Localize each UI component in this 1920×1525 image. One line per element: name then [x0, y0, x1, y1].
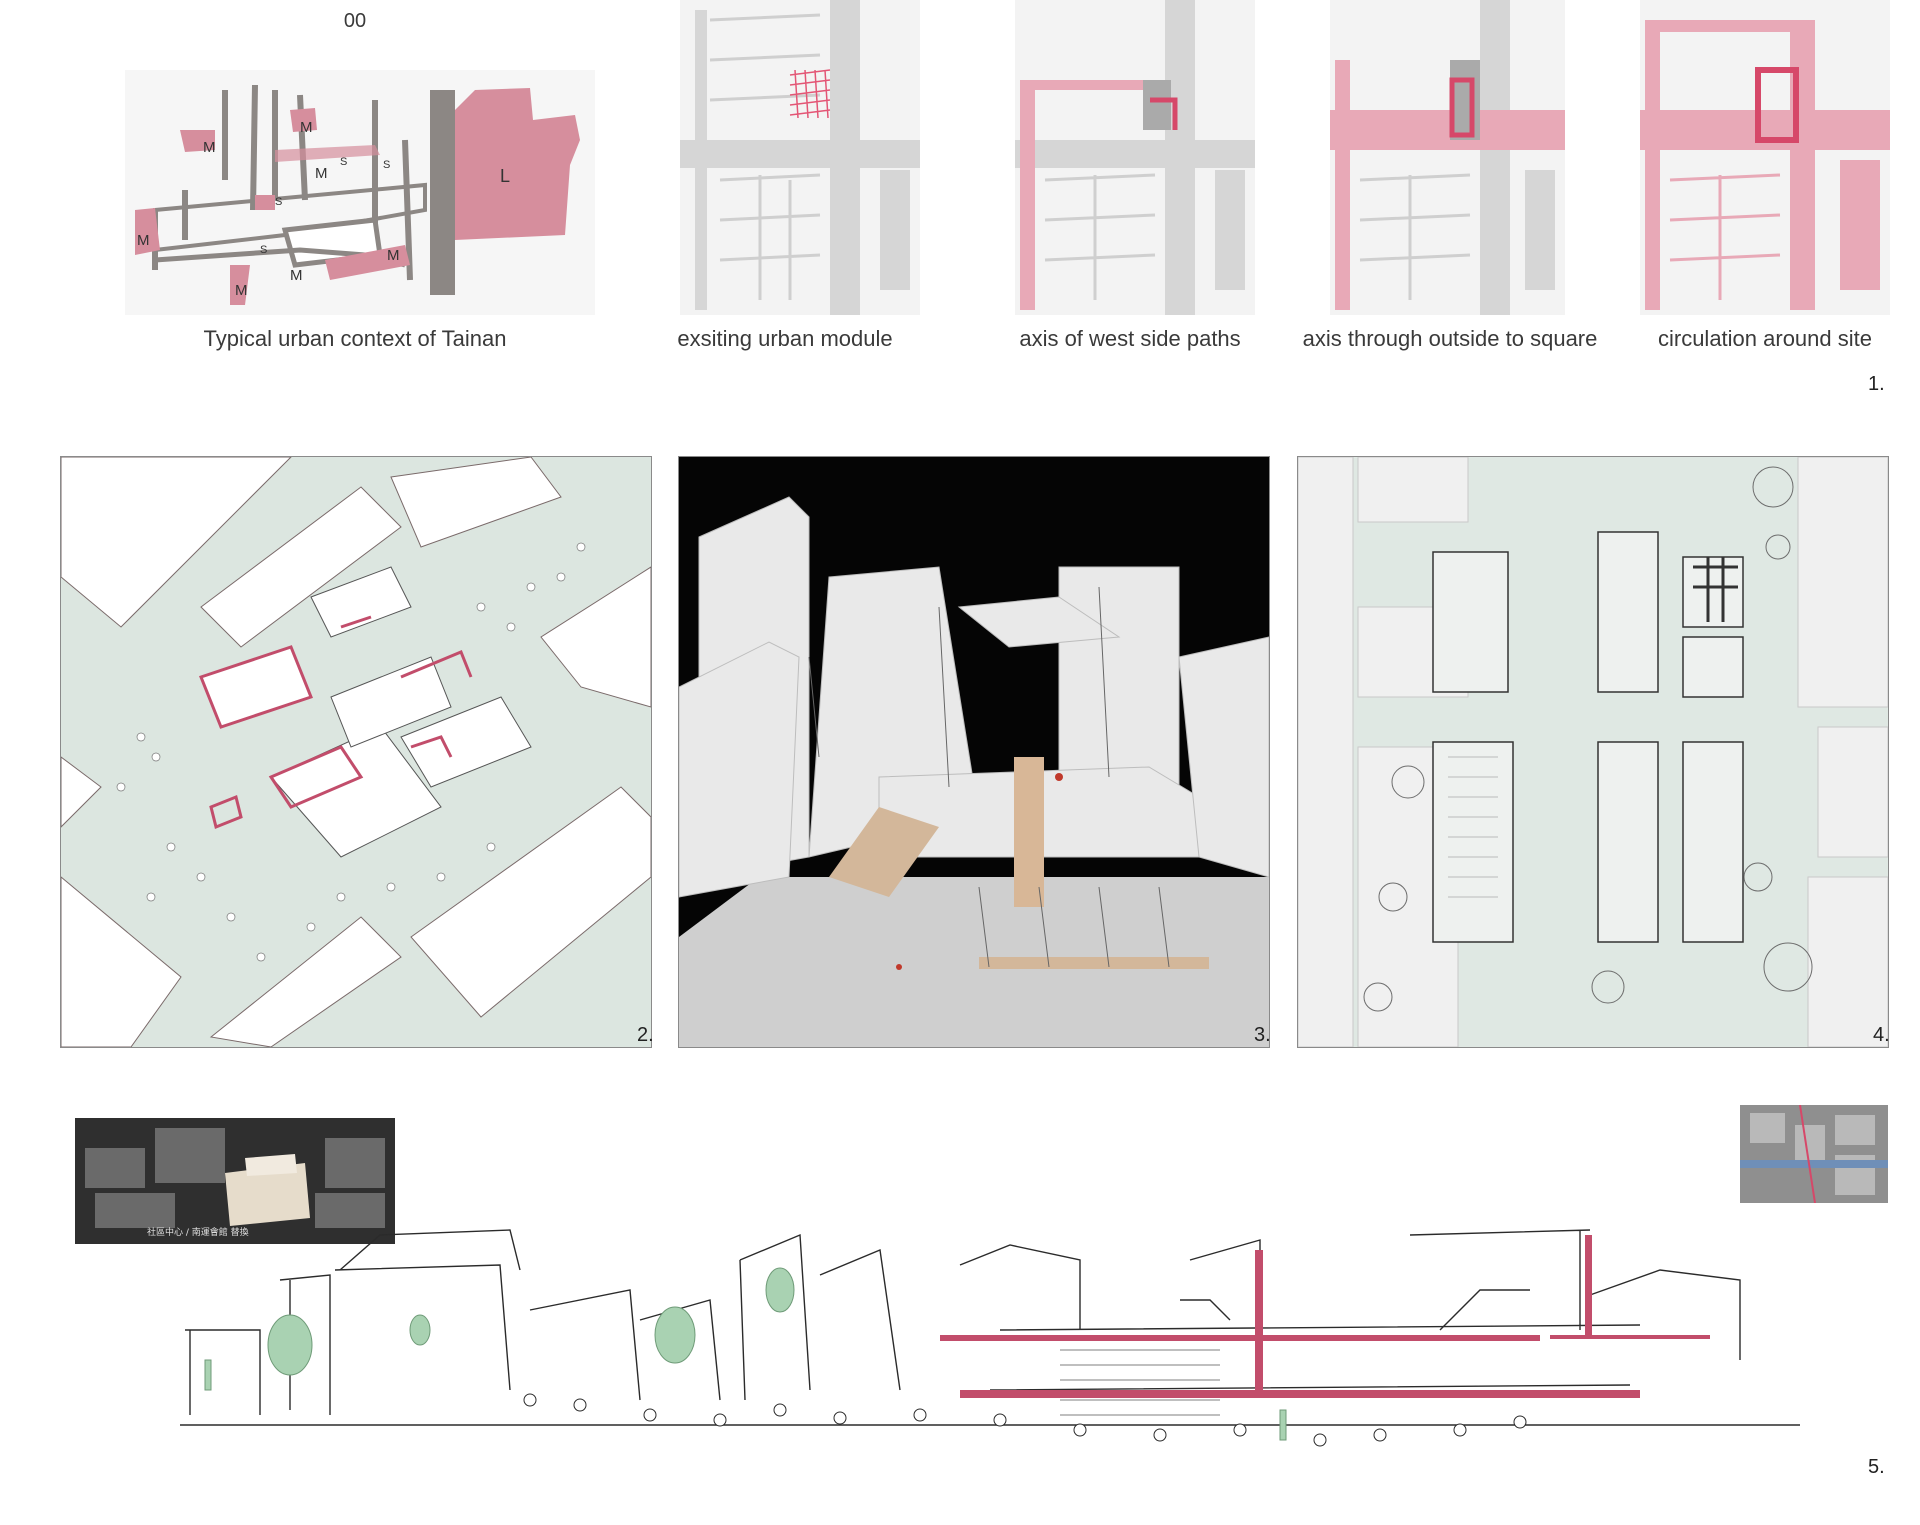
plate-number-4: 4. [1873, 1024, 1890, 1046]
plate-number-3: 3. [1254, 1024, 1271, 1046]
caption-00: Typical urban context of Tainan [203, 326, 507, 351]
circulation-map [1640, 0, 1890, 315]
label-m-4: M [137, 232, 150, 249]
axonometric-drawing [60, 456, 652, 1048]
site-plan [1297, 456, 1889, 1048]
caption-04: circulation around site [1657, 326, 1872, 351]
urban-module-map [680, 0, 920, 315]
label-m-2: M [203, 139, 216, 156]
plate-number-1: 1. [1868, 373, 1885, 395]
label-m-7: M [235, 282, 248, 299]
label-s-4: S [260, 244, 267, 256]
plate-number-2: 2. [637, 1024, 654, 1046]
west-paths-map [1015, 0, 1255, 315]
label-s-1: S [340, 156, 347, 168]
diagram-number-00: 00 [343, 10, 367, 32]
section-sketch [180, 1229, 1800, 1447]
label-s-3: S [275, 196, 282, 208]
axis-square-map [1330, 0, 1565, 315]
key-map [1740, 1105, 1888, 1203]
label-l: L [500, 166, 510, 186]
label-m-1: M [300, 119, 313, 136]
caption-01: exsiting urban module [677, 326, 893, 351]
plate-number-5: 5. [1868, 1456, 1885, 1478]
model-photo [678, 456, 1270, 1048]
label-m-3: M [315, 165, 328, 182]
caption-02: axis of west side paths [1019, 326, 1241, 351]
label-m-6: M [290, 267, 303, 284]
label-s-2: S [383, 159, 390, 171]
label-m-5: M [387, 247, 400, 264]
urban-context-map: M M M M M M M S S S S L [125, 70, 595, 315]
caption-03: axis through outside to square [1302, 326, 1598, 351]
